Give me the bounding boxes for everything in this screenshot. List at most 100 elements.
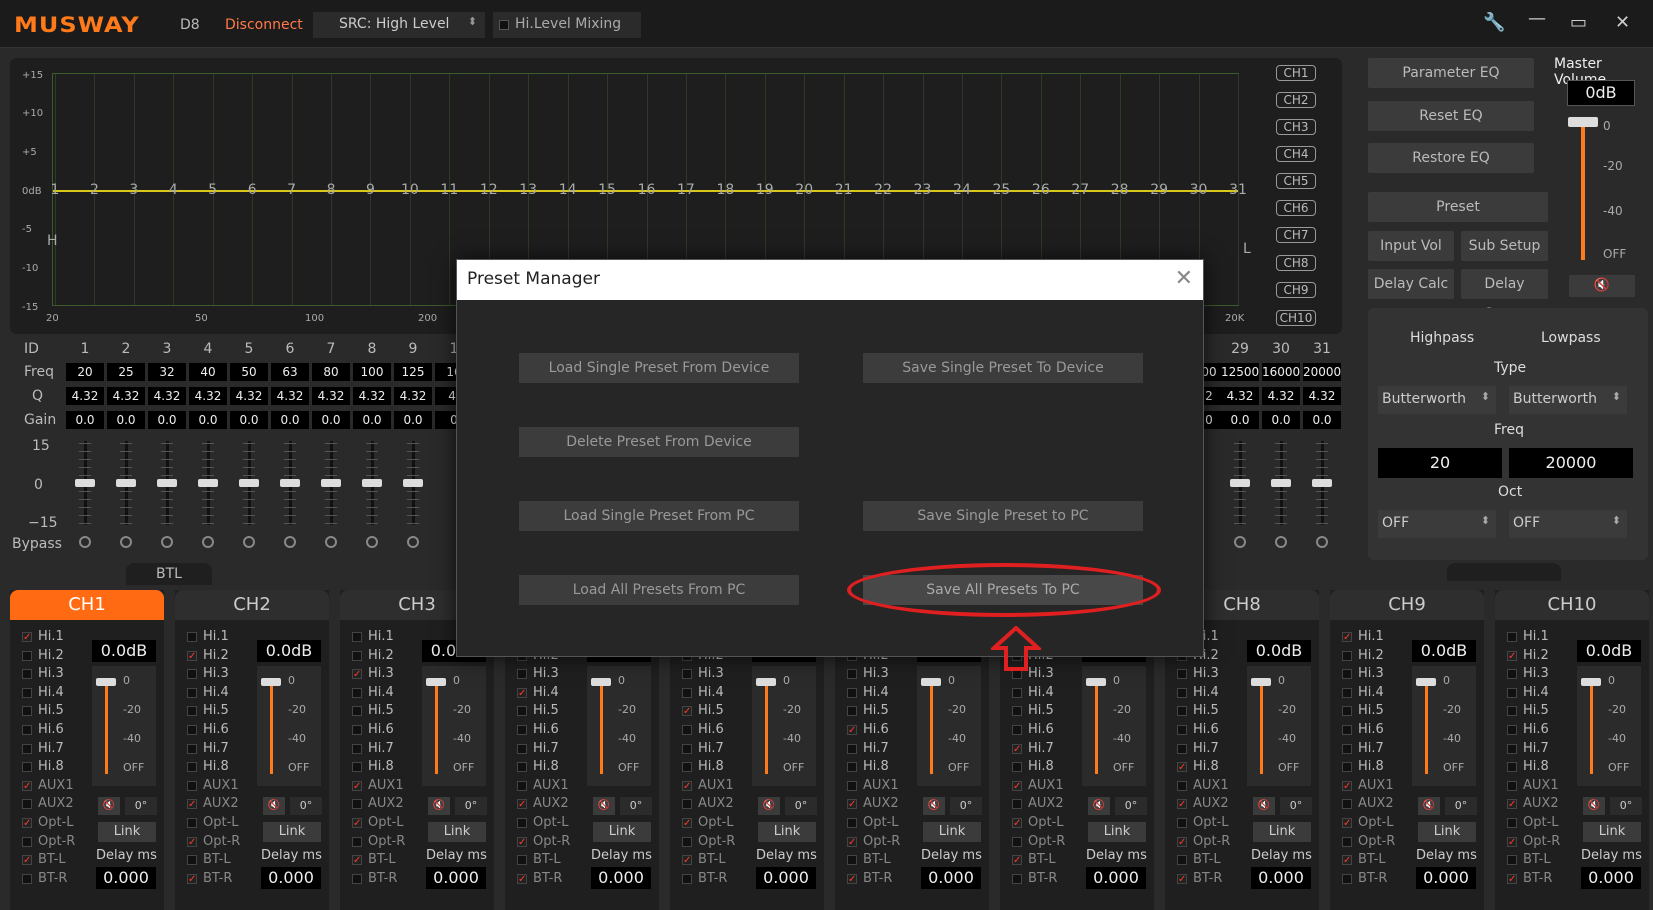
input-checkbox-hi6[interactable]: Hi.6 — [513, 721, 583, 739]
input-checkbox-hi3[interactable]: Hi.3 — [513, 665, 583, 683]
bypass-radio[interactable] — [243, 536, 255, 548]
input-checkbox-aux1[interactable]: AUX1 — [348, 777, 418, 796]
band-q-input[interactable]: 4.32 — [1221, 387, 1259, 405]
link-button[interactable]: Link — [1583, 822, 1641, 842]
fader-track[interactable] — [765, 682, 768, 774]
slider-knob[interactable] — [75, 479, 95, 487]
source-select[interactable]: SRC: High Level ⬍ — [313, 12, 485, 38]
band-marker[interactable]: 11 — [440, 182, 458, 198]
link-button[interactable]: Link — [758, 822, 816, 842]
link-button[interactable]: Link — [428, 822, 486, 842]
btl-tab-right[interactable] — [1447, 563, 1561, 581]
bypass-radio[interactable] — [79, 536, 91, 548]
mute-button[interactable]: 🔇 — [1418, 797, 1440, 815]
input-checkbox-btr[interactable]: BT-R — [513, 870, 583, 889]
input-checkbox-aux1[interactable]: AUX1 — [183, 777, 253, 795]
band-marker[interactable]: 2 — [90, 182, 99, 198]
input-checkbox-hi7[interactable]: Hi.7 — [348, 740, 418, 758]
input-checkbox-optl[interactable]: Opt-L — [183, 814, 253, 832]
mute-button[interactable]: 🔇 — [758, 797, 780, 815]
input-checkbox-hi4[interactable]: Hi.4 — [843, 684, 913, 702]
input-checkbox-btr[interactable]: BT-R — [183, 870, 253, 889]
reset-eq-button[interactable]: Reset EQ — [1368, 101, 1534, 131]
slider-knob[interactable] — [321, 479, 341, 487]
band-marker[interactable]: 9 — [366, 182, 375, 198]
delay-input[interactable]: 0.000 — [756, 867, 816, 889]
slider-knob[interactable] — [157, 479, 177, 487]
fader-knob[interactable] — [756, 678, 776, 686]
input-checkbox-btr[interactable]: BT-R — [678, 870, 748, 888]
delay-input[interactable]: 0.000 — [921, 867, 981, 889]
input-checkbox-hi5[interactable]: Hi.5 — [1338, 702, 1408, 720]
band-gain-slider[interactable] — [321, 441, 341, 525]
input-checkbox-btl[interactable]: BT-L — [513, 851, 583, 869]
input-checkbox-hi8[interactable]: Hi.8 — [1338, 758, 1408, 776]
input-checkbox-hi8[interactable]: Hi.8 — [843, 758, 913, 776]
minimize-icon[interactable]: — — [1528, 8, 1546, 29]
mute-button[interactable]: 🔇 — [98, 797, 120, 815]
tools-icon[interactable]: 🔧 — [1483, 12, 1505, 33]
delay-input[interactable]: 0.000 — [1251, 867, 1311, 889]
input-checkbox-btl[interactable]: BT-L — [1338, 851, 1408, 870]
master-mute-button[interactable]: 🔇 — [1569, 275, 1635, 297]
input-checkbox-hi5[interactable]: Hi.5 — [843, 702, 913, 720]
band-q-input[interactable]: 4.32 — [353, 387, 391, 405]
input-checkbox-hi5[interactable]: Hi.5 — [1503, 702, 1573, 720]
input-checkbox-optr[interactable]: Opt-R — [843, 833, 913, 852]
input-checkbox-btr[interactable]: BT-R — [18, 870, 88, 888]
input-checkbox-aux1[interactable]: AUX1 — [18, 777, 88, 796]
fader-track[interactable] — [930, 682, 933, 774]
ch-tag-9[interactable]: CH9 — [1276, 282, 1316, 298]
input-checkbox-hi3[interactable]: Hi.3 — [348, 665, 418, 684]
input-checkbox-optl[interactable]: Opt-L — [1338, 814, 1408, 833]
save-single-preset-to-device-button[interactable]: Save Single Preset To Device — [863, 353, 1143, 383]
lowpass-marker[interactable]: L — [1243, 241, 1251, 257]
phase-button[interactable]: 0° — [1115, 797, 1147, 815]
input-checkbox-hi5[interactable]: Hi.5 — [348, 702, 418, 720]
load-all-presets-from-pc-button[interactable]: Load All Presets From PC — [519, 575, 799, 605]
link-button[interactable]: Link — [1088, 822, 1146, 842]
input-checkbox-btl[interactable]: BT-L — [1008, 851, 1078, 870]
input-checkbox-hi4[interactable]: Hi.4 — [1503, 684, 1573, 702]
ch-tag-8[interactable]: CH8 — [1276, 255, 1316, 271]
input-checkbox-hi6[interactable]: Hi.6 — [843, 721, 913, 740]
band-marker[interactable]: 24 — [953, 182, 971, 198]
ch-tag-10[interactable]: CH10 — [1276, 310, 1316, 326]
fader-track[interactable] — [435, 682, 438, 774]
band-gain-slider[interactable] — [116, 441, 136, 525]
input-checkbox-hi6[interactable]: Hi.6 — [1338, 721, 1408, 739]
band-q-input[interactable]: 4.32 — [312, 387, 350, 405]
ch-tag-5[interactable]: CH5 — [1276, 173, 1316, 189]
fader-knob[interactable] — [261, 678, 281, 686]
band-freq-input[interactable]: 32 — [148, 363, 186, 381]
input-checkbox-hi7[interactable]: Hi.7 — [678, 740, 748, 758]
bypass-radio[interactable] — [1316, 536, 1328, 548]
highpass-oct-select[interactable]: OFF ⬍ — [1378, 510, 1496, 538]
mute-button[interactable]: 🔇 — [1583, 797, 1605, 815]
band-gain-input[interactable]: 0.0 — [312, 411, 350, 429]
delay-input[interactable]: 0.000 — [1581, 867, 1641, 889]
phase-button[interactable]: 0° — [1280, 797, 1312, 815]
band-q-input[interactable]: 4.32 — [107, 387, 145, 405]
input-checkbox-hi8[interactable]: Hi.8 — [513, 758, 583, 776]
input-checkbox-aux2[interactable]: AUX2 — [18, 795, 88, 813]
input-checkbox-optl[interactable]: Opt-L — [1008, 814, 1078, 833]
band-marker[interactable]: 3 — [129, 182, 138, 198]
ch-tag-3[interactable]: CH3 — [1276, 119, 1316, 135]
input-checkbox-hi6[interactable]: Hi.6 — [1503, 721, 1573, 739]
input-checkbox-aux1[interactable]: AUX1 — [1173, 777, 1243, 795]
delay-calc-button[interactable]: Delay Calc — [1368, 269, 1454, 299]
channel-gain-value[interactable]: 0.0dB — [1247, 640, 1311, 662]
band-gain-slider[interactable] — [1230, 441, 1250, 525]
fader-track[interactable] — [1260, 682, 1263, 774]
input-checkbox-hi5[interactable]: Hi.5 — [678, 702, 748, 721]
input-checkbox-btl[interactable]: BT-L — [1503, 851, 1573, 869]
load-single-preset-from-device-button[interactable]: Load Single Preset From Device — [519, 353, 799, 383]
input-checkbox-hi7[interactable]: Hi.7 — [513, 740, 583, 758]
phase-button[interactable]: 0° — [290, 797, 322, 815]
phase-button[interactable]: 0° — [1610, 797, 1642, 815]
channel-tab[interactable]: CH9 — [1330, 590, 1484, 620]
input-checkbox-hi6[interactable]: Hi.6 — [678, 721, 748, 739]
input-checkbox-optr[interactable]: Opt-R — [678, 833, 748, 851]
band-marker[interactable]: 27 — [1071, 182, 1089, 198]
